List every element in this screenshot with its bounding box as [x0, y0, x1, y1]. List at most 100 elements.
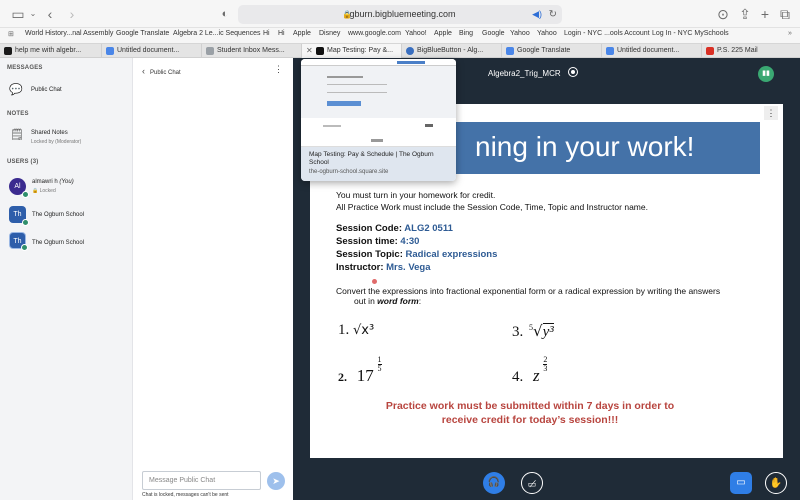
problem-4: 4. z 2 3 [512, 355, 548, 385]
grid-icon[interactable]: ⊞ [8, 30, 14, 38]
tab-favicon-icon [206, 47, 214, 55]
chat-header[interactable]: ‹ Public Chat [142, 66, 181, 76]
tab[interactable]: BigBlueButton - Alg... [402, 44, 502, 58]
problem-1: 1. √x³ [338, 322, 375, 338]
tab-preview-popup: Map Testing: Pay & Schedule | The Ogburn… [301, 59, 456, 181]
more-options-icon[interactable]: ⋮ [274, 64, 283, 75]
slide-instructions: out in word form: [354, 296, 422, 306]
tab-label: Student Inbox Mess... [217, 47, 285, 54]
shared-notes-item[interactable]: 🗒 Shared Notes Locked by (Moderator) [0, 124, 133, 150]
favorite-link[interactable]: Yahoo [510, 30, 530, 37]
favorite-link[interactable]: Hi [278, 30, 285, 37]
presentation-button[interactable]: ▭ [730, 472, 752, 494]
tab[interactable]: Google Translate [502, 44, 602, 58]
users-section-title: USERS (3) [7, 159, 39, 165]
chat-message-input[interactable]: Message Public Chat [142, 471, 261, 490]
favorite-link[interactable]: Yahoo [537, 30, 557, 37]
tab[interactable]: help me with algebr... [0, 44, 102, 58]
favorite-link[interactable]: Apple [434, 30, 452, 37]
mic-status-icon [22, 191, 29, 198]
user-item[interactable]: Th The Ogburn School [0, 204, 133, 228]
avatar-initials: Th [13, 238, 22, 245]
downloads-icon[interactable]: ⊙ [716, 5, 730, 23]
close-tab-icon[interactable]: ✕ [306, 44, 313, 58]
tab[interactable]: Untitled document... [102, 44, 202, 58]
browser-toolbar: ▭ ⌄ ‹ › ◐ 🔒 ogburn.bigbluemeeting.com ◀)… [0, 0, 800, 28]
video-button[interactable]: ▭̸ [521, 472, 543, 494]
favorite-link[interactable]: Yahoo! [405, 30, 427, 37]
send-icon: ➤ [272, 476, 280, 486]
more-favorites-icon[interactable]: » [788, 30, 792, 37]
session-instructor: Instructor: Mrs. Vega [336, 262, 431, 273]
pointer-dot [372, 279, 377, 284]
tab-favicon-icon [406, 47, 414, 55]
forward-button[interactable]: › [66, 5, 78, 23]
avatar-initials: Al [14, 183, 21, 190]
share-icon[interactable]: ⇪ [738, 5, 752, 23]
audio-button[interactable]: 🎧 [483, 472, 505, 494]
messages-section-title: MESSAGES [7, 65, 43, 71]
sidebar-toggle-icon[interactable]: ▭ [10, 5, 26, 23]
favorite-link[interactable]: Algebra 2 Le...ic Sequences [173, 30, 261, 37]
chevron-left-icon[interactable]: ‹ [142, 66, 145, 76]
favorite-link[interactable]: Google Translate [116, 30, 169, 37]
user-item[interactable]: Al almawri h (You) 🔒 Locked [0, 176, 133, 200]
avatar: Th [9, 206, 29, 226]
favorite-link[interactable]: Bing [459, 30, 473, 37]
favorite-link[interactable]: World History...nal Assembly [25, 30, 113, 37]
recording-icon[interactable] [568, 67, 578, 77]
notes-icon: 🗒 [10, 129, 24, 141]
public-chat-item[interactable]: 💬 Public Chat [0, 80, 133, 102]
speaker-icon[interactable]: ◀) [532, 5, 542, 24]
new-tab-icon[interactable]: + [758, 5, 772, 23]
slide-text: You must turn in your homework for credi… [336, 190, 496, 200]
tab[interactable]: Untitled document... [602, 44, 702, 58]
user-item[interactable]: Th The Ogburn School [0, 232, 133, 256]
send-button[interactable]: ➤ [267, 472, 285, 490]
favorite-link[interactable]: www.google.com [348, 30, 401, 37]
tab[interactable]: Student Inbox Mess... [202, 44, 302, 58]
tab-favicon-icon [4, 47, 12, 55]
user-status: 🔒 Locked [32, 188, 56, 194]
tab-favicon-icon [606, 47, 614, 55]
favorite-link[interactable]: Hi [263, 30, 270, 37]
user-name: The Ogburn School [32, 240, 85, 246]
favorite-link[interactable]: Apple [293, 30, 311, 37]
tab[interactable]: P.S. 225 Mail [702, 44, 800, 58]
screen-icon: ▭ [736, 477, 746, 488]
favorite-link[interactable]: Log In - NYC MySchools [652, 30, 729, 37]
chat-title: Public Chat [150, 70, 181, 76]
avatar-initials: Th [13, 211, 22, 218]
tab-overview-icon[interactable]: ⧉ [778, 5, 792, 23]
tab-label: Untitled document... [617, 47, 680, 54]
session-time: Session time: 4:30 [336, 236, 420, 247]
address-bar[interactable]: 🔒 ogburn.bigbluemeeting.com ◀) ↻ [238, 5, 562, 24]
gmail-icon [706, 47, 714, 55]
connection-status-icon[interactable]: ▮▮ [758, 66, 774, 82]
public-chat-label: Public Chat [31, 87, 62, 93]
raise-hand-button[interactable]: ✋ [765, 472, 787, 494]
tab-favicon-icon [106, 47, 114, 55]
session-code: Session Code: ALG2 0511 [336, 223, 453, 234]
back-button[interactable]: ‹ [44, 5, 56, 23]
problem-2: 2. 17 1 5 [338, 355, 382, 385]
favorite-link[interactable]: Login - NYC ...ools Account [564, 30, 650, 37]
tab-preview-thumbnail [301, 59, 456, 147]
session-topic: Session Topic: Radical expressions [336, 249, 498, 260]
chevron-down-icon[interactable]: ⌄ [28, 5, 38, 23]
reload-icon[interactable]: ↻ [549, 5, 557, 24]
tab-label: Untitled document... [117, 47, 180, 54]
favorite-link[interactable]: Google [482, 30, 505, 37]
tab-label: help me with algebr... [15, 47, 82, 54]
tab-active[interactable]: ✕ Map Testing: Pay &... [302, 44, 402, 58]
problem-3: 3. 5√y³ [512, 322, 554, 340]
slide-options-button[interactable]: ⋮ [764, 106, 778, 120]
favorite-link[interactable]: Disney [319, 30, 340, 37]
tab-preview-info: Map Testing: Pay & Schedule | The Ogburn… [301, 147, 456, 181]
tab-preview-title: Map Testing: Pay & Schedule | The Ogburn… [309, 151, 434, 166]
headphones-icon: 🎧 [487, 477, 501, 488]
hand-icon: ✋ [769, 478, 783, 489]
warning-text: Practice work must be submitted within 7… [385, 400, 675, 412]
tab-bar: help me with algebr... Untitled document… [0, 43, 800, 58]
privacy-shield-icon[interactable]: ◐ [218, 5, 232, 23]
